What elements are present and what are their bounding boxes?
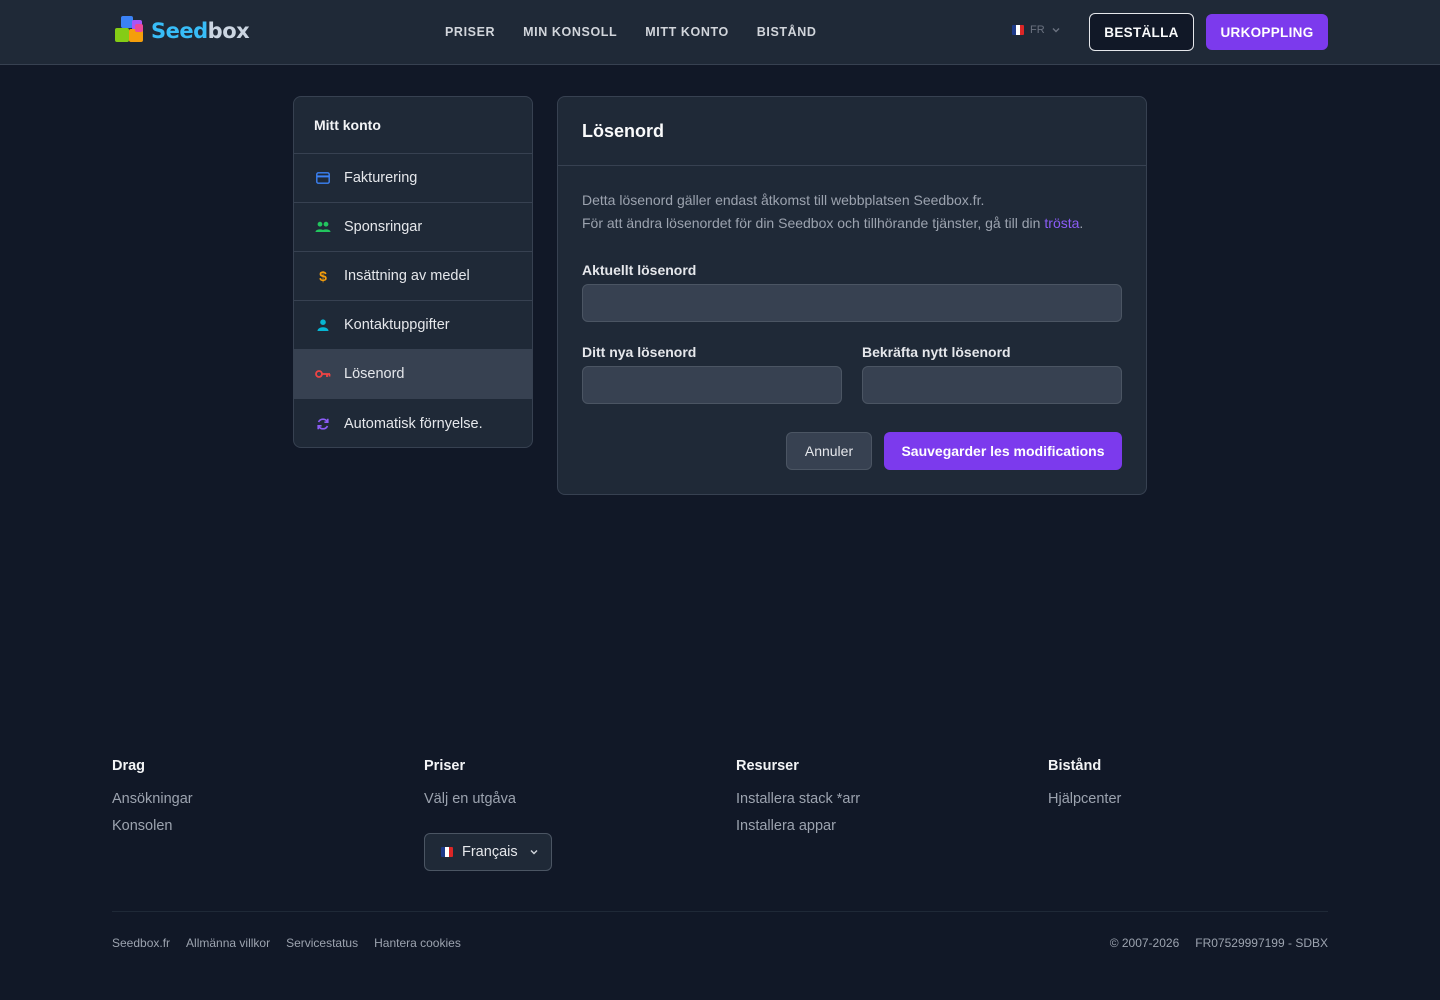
language-code: FR [1030,24,1045,36]
dollar-icon: $ [319,268,327,284]
console-link[interactable]: trösta [1044,215,1079,231]
save-button[interactable]: Sauvegarder les modifications [884,432,1122,470]
footer-divider [112,911,1328,912]
footer-column-title: Drag [112,758,146,774]
sidebar-item-password[interactable]: Lösenord [294,350,532,399]
credit-card-icon [315,170,331,186]
footer-column-title: Bistånd [1048,758,1102,774]
seedbox-logo[interactable]: Seedbox [113,14,250,48]
nav-min-konsoll[interactable]: MIN KONSOLL [523,25,617,39]
sidebar-item-label: Insättning av medel [344,268,470,284]
password-description: Detta lösenord gäller endast åtkomst til… [582,189,1083,235]
users-icon [315,219,331,235]
current-password-input[interactable] [582,284,1122,322]
main-nav: PRISER MIN KONSOLL MITT KONTO BISTÅND [445,0,817,64]
footer-column-prices: Priser Välj en utgåva [424,758,516,818]
nav-mitt-konto[interactable]: MITT KONTO [645,25,729,39]
current-password-label: Aktuellt lösenord [582,262,697,278]
company-id: FR07529997199 - SDBX [1195,936,1328,950]
sidebar-item-billing[interactable]: Fakturering [294,154,532,203]
new-password-input[interactable] [582,366,842,404]
sidebar-item-auto-renewal[interactable]: Automatisk förnyelse. [294,399,532,447]
footer-link-console[interactable]: Konsolen [112,818,193,834]
footer-legal: © 2007-2026 FR07529997199 - SDBX [1110,936,1328,950]
footer-column-drag: Drag Ansökningar Konsolen [112,758,193,845]
sidebar-item-label: Lösenord [344,366,405,382]
sidebar-item-label: Fakturering [344,170,418,186]
confirm-password-input[interactable] [862,366,1122,404]
sidebar-title: Mitt konto [294,97,532,154]
description-line-2: För att ändra lösenordet för din Seedbox… [582,215,1084,231]
card-title: Lösenord [558,97,1146,166]
footer-link-applications[interactable]: Ansökningar [112,791,193,807]
footer-link-cookies[interactable]: Hantera cookies [374,936,461,950]
top-header: Seedbox PRISER MIN KONSOLL MITT KONTO BI… [0,0,1440,65]
key-icon [315,366,331,382]
nav-bistand[interactable]: BISTÅND [757,25,817,39]
french-flag-icon [1012,25,1024,35]
confirm-password-label: Bekräfta nytt lösenord [862,344,1011,360]
chevron-down-icon [1052,28,1060,33]
logo-icon [113,14,149,48]
logout-button[interactable]: URKOPPLING [1206,14,1328,50]
footer-link-terms[interactable]: Allmänna villkor [186,936,270,950]
footer-language-select[interactable]: Français [424,833,552,871]
refresh-icon [315,416,331,432]
nav-priser[interactable]: PRISER [445,25,495,39]
description-line-1: Detta lösenord gäller endast åtkomst til… [582,192,985,208]
footer-column-title: Priser [424,758,466,774]
footer-bottom-links: Seedbox.fr Allmänna villkor Servicestatu… [112,936,461,950]
selected-language: Français [462,844,518,860]
account-sidebar: Mitt konto Fakturering Sponsringar $ Ins… [293,96,533,448]
copyright: © 2007-2026 [1109,936,1180,950]
footer-link-seedbox[interactable]: Seedbox.fr [112,936,170,950]
footer-link-install-stack[interactable]: Installera stack *arr [736,791,860,807]
sidebar-item-contact[interactable]: Kontaktuppgifter [294,301,532,350]
password-card: Lösenord Detta lösenord gäller endast åt… [557,96,1147,495]
footer-column-title: Resurser [736,758,799,774]
footer-link-status[interactable]: Servicestatus [286,936,358,950]
footer-link-help-center[interactable]: Hjälpcenter [1048,791,1121,807]
footer-link-choose-edition[interactable]: Välj en utgåva [424,791,516,807]
user-icon [315,317,331,333]
footer-column-support: Bistånd Hjälpcenter [1048,758,1121,818]
logo-text: Seedbox [151,19,250,43]
sidebar-item-label: Automatisk förnyelse. [344,415,483,432]
sidebar-item-sponsorships[interactable]: Sponsringar [294,203,532,252]
chevron-down-icon [530,850,538,855]
sidebar-item-label: Sponsringar [344,219,423,235]
cancel-button[interactable]: Annuler [786,432,872,470]
order-button[interactable]: BESTÄLLA [1089,13,1194,51]
language-switcher[interactable]: FR [1012,24,1061,36]
sidebar-item-label: Kontaktuppgifter [344,317,450,333]
new-password-label: Ditt nya lösenord [582,344,697,360]
footer-column-resources: Resurser Installera stack *arr Installer… [736,758,860,845]
sidebar-item-deposit[interactable]: $ Insättning av medel [294,252,532,301]
french-flag-icon [441,847,453,857]
footer-link-install-apps[interactable]: Installera appar [736,818,860,834]
